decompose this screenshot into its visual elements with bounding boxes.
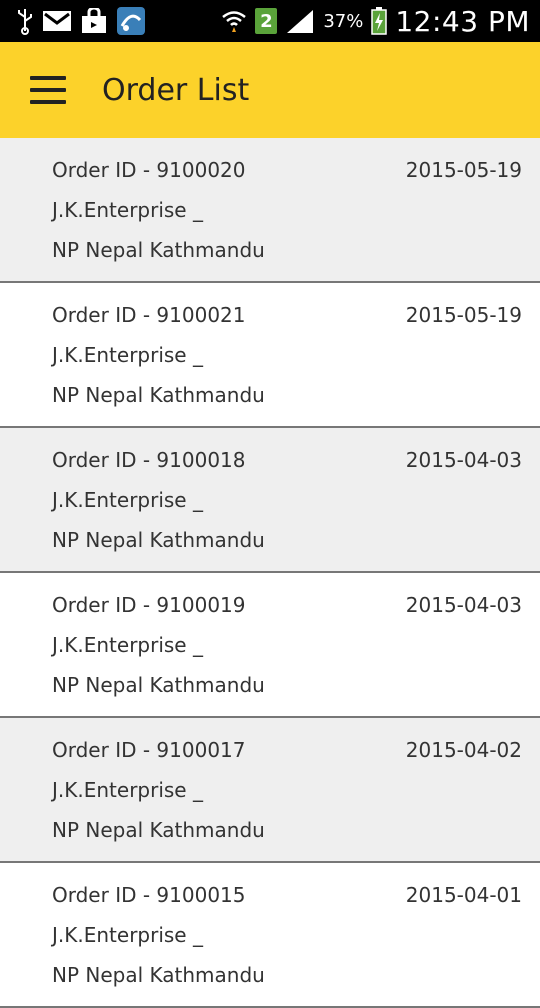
order-list: Order ID - 9100020 2015-05-19 J.K.Enterp…	[0, 138, 540, 1008]
order-location: NP Nepal Kathmandu	[52, 528, 265, 552]
order-list-item[interactable]: Order ID - 9100015 2015-04-01 J.K.Enterp…	[0, 863, 540, 1008]
order-list-item[interactable]: Order ID - 9100017 2015-04-02 J.K.Enterp…	[0, 718, 540, 863]
order-company: J.K.Enterprise _	[52, 488, 203, 512]
order-date: 2015-04-03	[405, 593, 522, 617]
order-date: 2015-04-02	[405, 738, 522, 762]
order-company: J.K.Enterprise _	[52, 343, 203, 367]
clock: 12:43 PM	[395, 4, 530, 38]
wifi-icon	[221, 7, 247, 35]
order-list-item[interactable]: Order ID - 9100018 2015-04-03 J.K.Enterp…	[0, 428, 540, 573]
signal-icon	[285, 7, 315, 35]
status-bar-left	[16, 7, 146, 35]
order-date: 2015-04-01	[405, 883, 522, 907]
order-company: J.K.Enterprise _	[52, 923, 203, 947]
battery-percent: 37%	[323, 10, 364, 32]
order-list-item[interactable]: Order ID - 9100019 2015-04-03 J.K.Enterp…	[0, 573, 540, 718]
order-date: 2015-05-19	[405, 303, 522, 327]
order-date: 2015-04-03	[405, 448, 522, 472]
usb-icon	[16, 7, 34, 35]
app-icon	[116, 7, 146, 35]
order-company: J.K.Enterprise _	[52, 633, 203, 657]
order-list-item[interactable]: Order ID - 9100020 2015-05-19 J.K.Enterp…	[0, 138, 540, 283]
order-location: NP Nepal Kathmandu	[52, 238, 265, 262]
order-location: NP Nepal Kathmandu	[52, 963, 265, 987]
status-bar: 2 37% 12:43 PM	[0, 0, 540, 42]
hamburger-menu-icon[interactable]	[30, 76, 66, 104]
order-list-item[interactable]: Order ID - 9100021 2015-05-19 J.K.Enterp…	[0, 283, 540, 428]
order-date: 2015-05-19	[405, 158, 522, 182]
order-location: NP Nepal Kathmandu	[52, 673, 265, 697]
battery-charging-icon	[371, 7, 388, 35]
order-location: NP Nepal Kathmandu	[52, 383, 265, 407]
notification-badge: 2	[255, 8, 278, 34]
page-title: Order List	[102, 72, 250, 108]
order-location: NP Nepal Kathmandu	[52, 818, 265, 842]
shopping-bag-icon	[80, 7, 108, 35]
mail-icon	[42, 7, 72, 35]
status-bar-right: 2 37% 12:43 PM	[221, 5, 530, 38]
app-bar: Order List	[0, 42, 540, 138]
order-company: J.K.Enterprise _	[52, 778, 203, 802]
order-company: J.K.Enterprise _	[52, 198, 203, 222]
